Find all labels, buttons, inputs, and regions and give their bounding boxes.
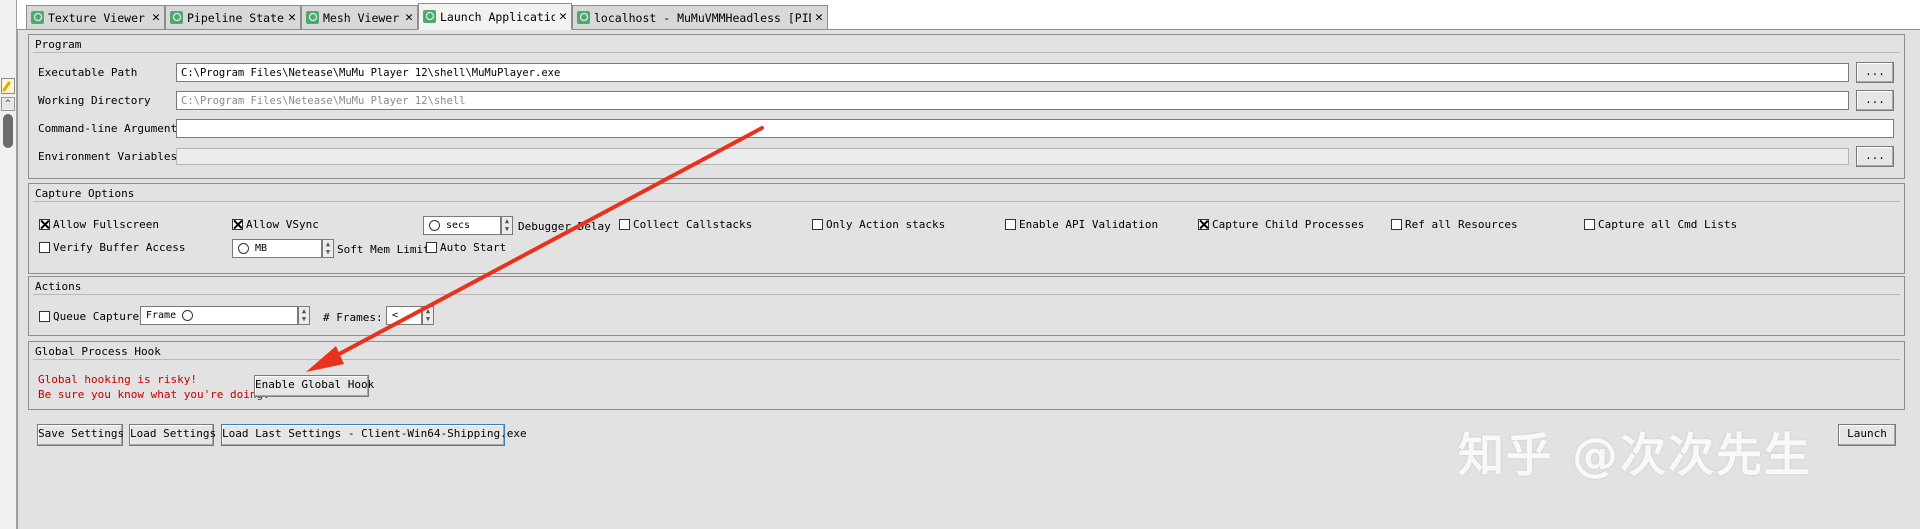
watermark-text: 知乎 @次次先生: [1458, 428, 1813, 482]
